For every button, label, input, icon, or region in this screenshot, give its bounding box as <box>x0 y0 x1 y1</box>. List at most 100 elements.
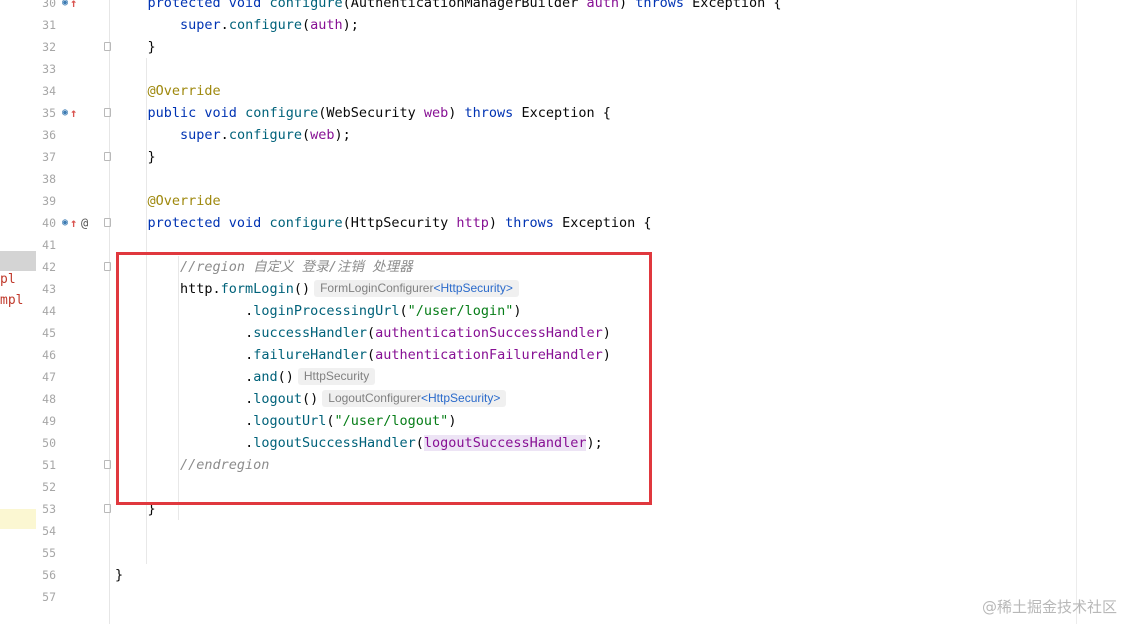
project-tree-selection <box>0 251 36 271</box>
line-number[interactable]: 32 <box>36 36 56 58</box>
code-line[interactable]: @Override <box>148 80 221 102</box>
gutter-row: 46 <box>36 344 109 366</box>
highlight-annotation-box <box>116 252 652 505</box>
gutter-row: 37 <box>36 146 111 168</box>
line-number[interactable]: 43 <box>36 278 56 300</box>
code-line[interactable]: } <box>148 146 156 168</box>
line-number[interactable]: 38 <box>36 168 56 190</box>
line-number[interactable]: 40 <box>36 212 56 234</box>
line-number[interactable]: 34 <box>36 80 56 102</box>
line-number[interactable]: 57 <box>36 586 56 608</box>
line-number[interactable]: 37 <box>36 146 56 168</box>
line-number[interactable]: 30 <box>36 0 56 14</box>
code-line[interactable]: public void configure(WebSecurity web) t… <box>148 102 611 124</box>
gutter-row: 50 <box>36 432 109 454</box>
overrides-up-arrow-icon[interactable]: ↑ <box>70 102 77 124</box>
code-token: ) <box>488 215 506 231</box>
override-marker-icon[interactable]: ◉ <box>62 102 68 124</box>
code-token: web <box>423 105 449 121</box>
editor-gutter: 30 ◉ ↑ 31 32 33 34 35 ◉ ↑ 36 37 38 39 40 ◉ ↑ @41 42 43 44 45 4… <box>36 0 111 624</box>
line-number[interactable]: 46 <box>36 344 56 366</box>
watermark: @稀土掘金技术社区 <box>981 598 1117 616</box>
line-number[interactable]: 55 <box>36 542 56 564</box>
code-token: ); <box>334 127 351 143</box>
code-token: configure <box>228 17 302 33</box>
code-token: configure <box>269 0 343 11</box>
gutter-row: 53 <box>36 498 111 520</box>
line-number[interactable]: 41 <box>36 234 56 256</box>
gutter-row: 41 <box>36 234 109 256</box>
overrides-up-arrow-icon[interactable]: ↑ <box>70 0 77 14</box>
line-number[interactable]: 54 <box>36 520 56 542</box>
gutter-row: 49 <box>36 410 109 432</box>
line-number[interactable]: 35 <box>36 102 56 124</box>
code-token: public void <box>147 105 246 121</box>
gutter-row: 47 <box>36 366 109 388</box>
gutter-row: 48 <box>36 388 109 410</box>
project-tree-fragment[interactable]: mpl <box>0 293 23 308</box>
line-number[interactable]: 31 <box>36 14 56 36</box>
code-token: } <box>147 149 156 165</box>
code-token: (WebSecurity <box>318 105 424 121</box>
code-token: throws <box>505 215 554 231</box>
code-line[interactable]: protected void configure(AuthenticationM… <box>148 0 782 14</box>
project-tree-fragment[interactable]: pl <box>0 272 16 287</box>
gutter-row: 35 ◉ ↑ <box>36 102 111 124</box>
code-token: ( <box>301 127 311 143</box>
gutter-row: 34 <box>36 80 109 102</box>
gutter-row: 55 <box>36 542 109 564</box>
gutter-row: 40 ◉ ↑ @ <box>36 212 111 234</box>
code-token: super <box>180 17 221 33</box>
code-line[interactable]: super.configure(auth); <box>180 14 359 36</box>
code-token: . <box>220 17 229 33</box>
project-panel-edge: pl mpl <box>0 0 36 624</box>
line-number[interactable]: 47 <box>36 366 56 388</box>
override-marker-icon[interactable]: ◉ <box>62 212 68 234</box>
code-line[interactable]: } <box>115 564 123 586</box>
line-number[interactable]: 48 <box>36 388 56 410</box>
gutter-row: 43 <box>36 278 109 300</box>
code-line[interactable]: super.configure(web); <box>180 124 351 146</box>
code-token: super <box>180 127 221 143</box>
code-line[interactable]: protected void configure(HttpSecurity ht… <box>148 212 652 234</box>
code-token: @Override <box>147 193 221 209</box>
line-number[interactable]: 50 <box>36 432 56 454</box>
line-number[interactable]: 42 <box>36 256 56 278</box>
line-number[interactable]: 49 <box>36 410 56 432</box>
code-token: throws <box>464 105 514 121</box>
code-token: ) <box>618 0 636 11</box>
line-number[interactable]: 39 <box>36 190 56 212</box>
code-line[interactable]: @Override <box>148 190 221 212</box>
line-number[interactable]: 45 <box>36 322 56 344</box>
code-token: web <box>310 127 335 143</box>
gutter-row: 42 <box>36 256 111 278</box>
gutter-row: 57 <box>36 586 109 608</box>
code-token: configure <box>269 215 343 231</box>
code-token: Exception { <box>684 0 782 11</box>
code-token: auth <box>586 0 619 11</box>
right-margin-guide <box>1076 0 1077 624</box>
code-token: . <box>220 127 229 143</box>
bean-at-icon[interactable]: @ <box>81 212 88 234</box>
gutter-row: 39 <box>36 190 109 212</box>
code-token: Exception { <box>513 105 611 121</box>
line-number[interactable]: 53 <box>36 498 56 520</box>
gutter-row: 30 ◉ ↑ <box>36 0 109 14</box>
code-token: configure <box>245 105 319 121</box>
gutter-row: 56 <box>36 564 109 586</box>
gutter-row: 52 <box>36 476 109 498</box>
gutter-row: 32 <box>36 36 111 58</box>
overrides-up-arrow-icon[interactable]: ↑ <box>70 212 77 234</box>
line-number[interactable]: 36 <box>36 124 56 146</box>
line-number[interactable]: 44 <box>36 300 56 322</box>
line-number[interactable]: 52 <box>36 476 56 498</box>
gutter-row: 51 <box>36 454 111 476</box>
line-number[interactable]: 56 <box>36 564 56 586</box>
line-number[interactable]: 33 <box>36 58 56 80</box>
gutter-row: 36 <box>36 124 109 146</box>
code-line[interactable]: } <box>148 36 156 58</box>
code-token: protected void <box>147 0 270 11</box>
code-token: (AuthenticationManagerBuilder <box>342 0 587 11</box>
override-marker-icon[interactable]: ◉ <box>62 0 68 14</box>
line-number[interactable]: 51 <box>36 454 56 476</box>
